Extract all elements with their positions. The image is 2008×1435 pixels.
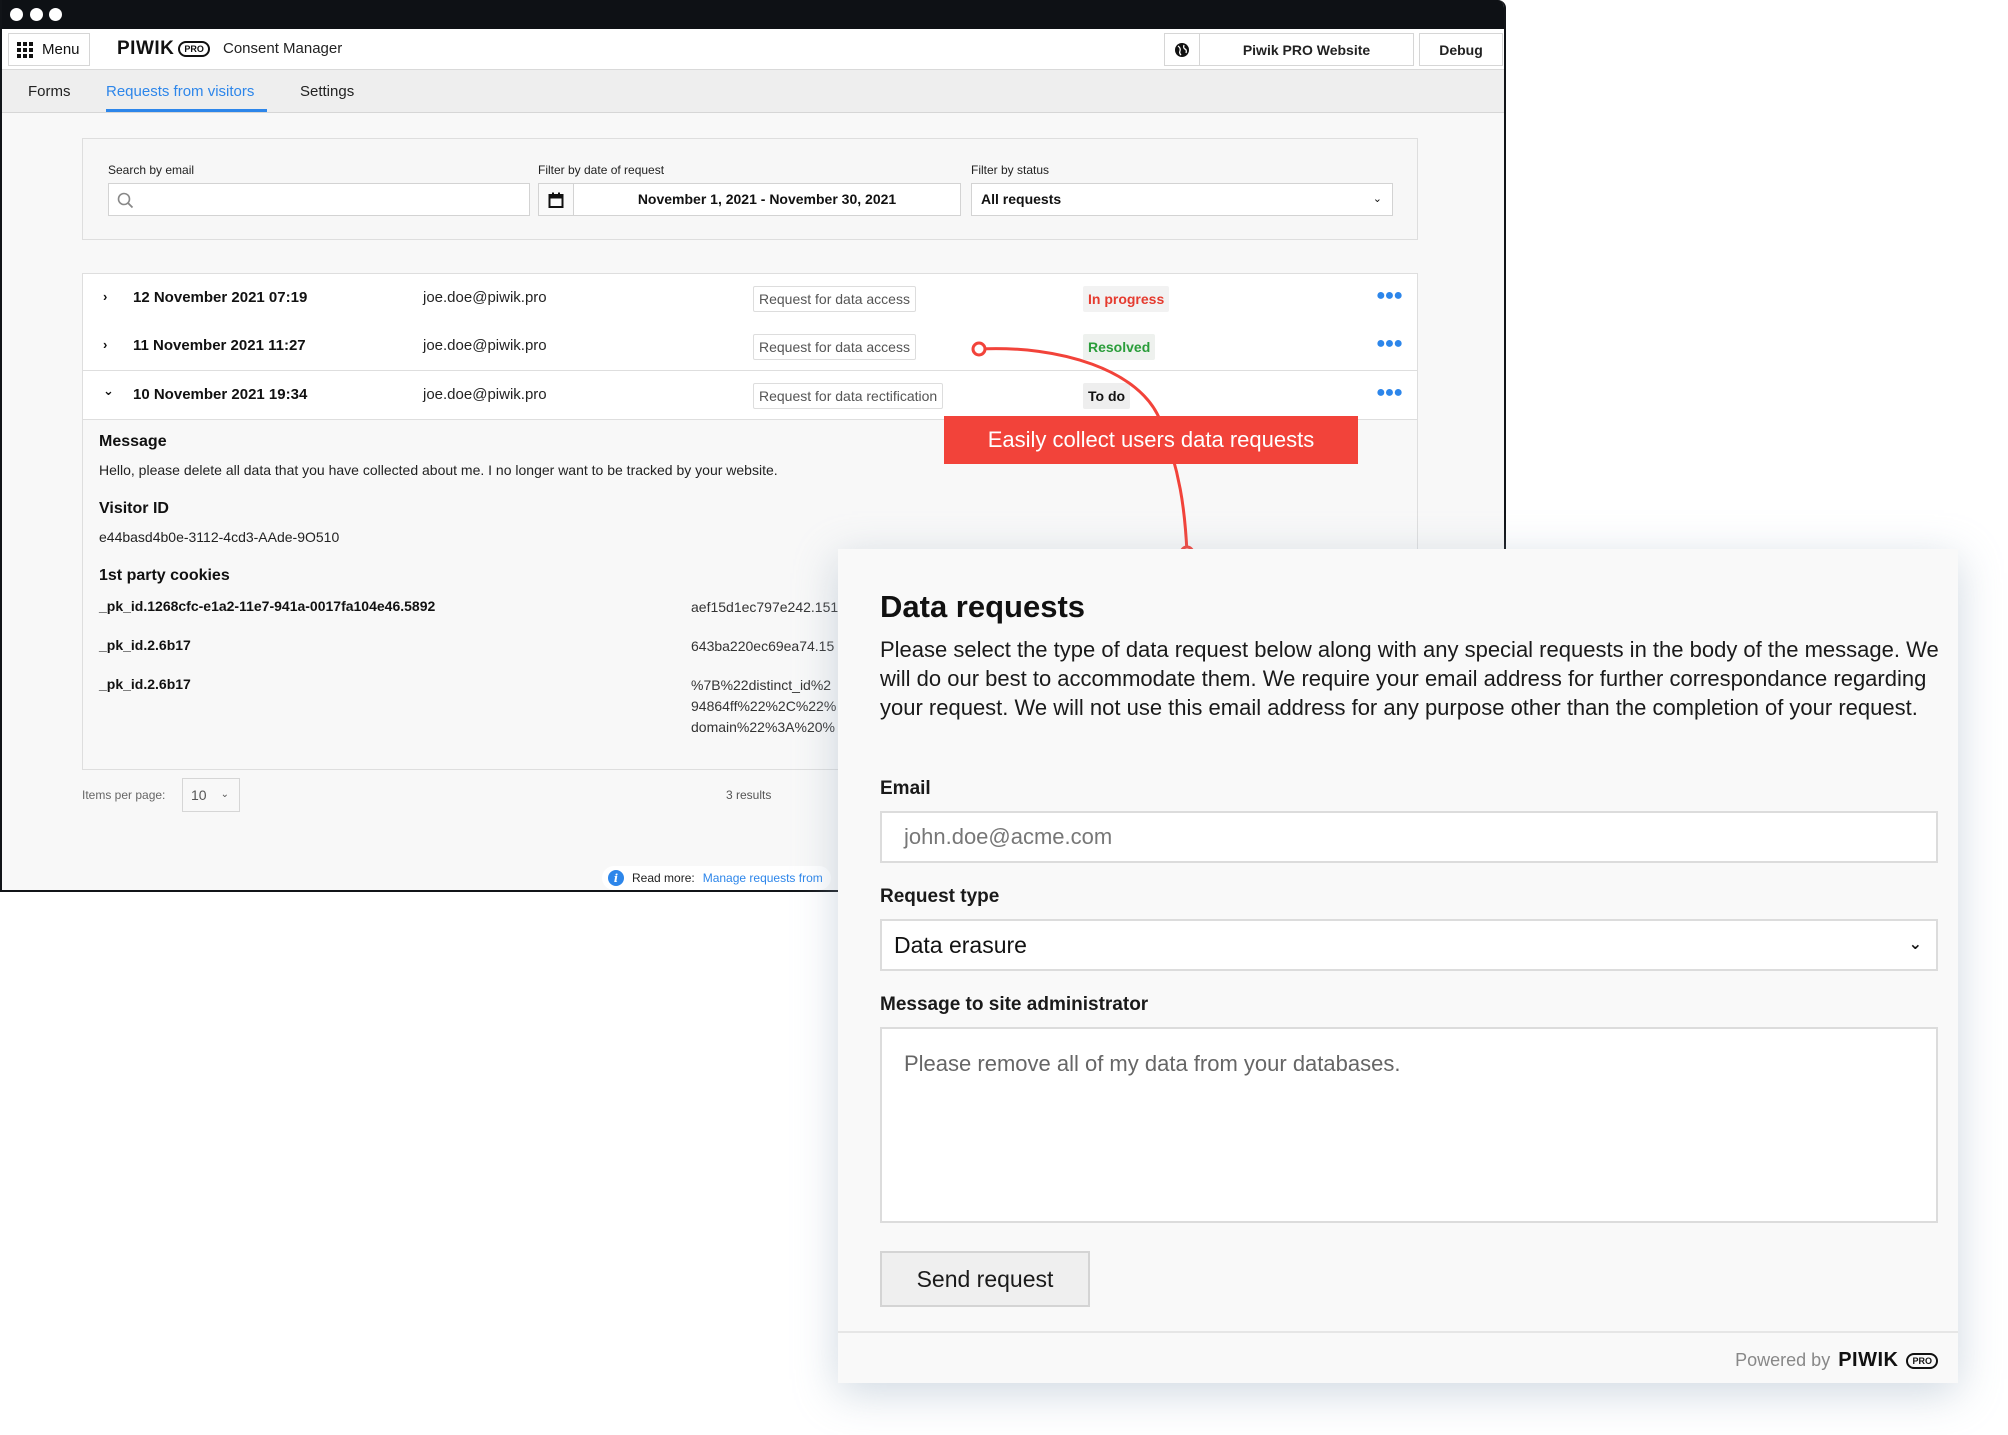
request-email: joe.doe@piwik.pro xyxy=(423,386,547,403)
debug-button[interactable]: Debug xyxy=(1419,33,1503,66)
read-more-banner: i Read more: Manage requests from xyxy=(602,866,831,890)
send-request-button[interactable]: Send request xyxy=(880,1251,1090,1307)
more-actions-icon[interactable]: ●●● xyxy=(1376,287,1403,305)
email-field[interactable]: john.doe@acme.com xyxy=(880,811,1938,863)
chevron-down-icon[interactable]: ⌄ xyxy=(103,383,114,399)
site-name: Piwik PRO Website xyxy=(1242,41,1371,58)
app-name: Consent Manager xyxy=(223,40,343,57)
window-maximize-dot[interactable] xyxy=(49,8,62,21)
app-header: Menu PIWIK PRO Consent Manager Piwik PRO… xyxy=(2,29,1504,70)
email-label: Email xyxy=(880,778,931,799)
chevron-right-icon[interactable]: › xyxy=(103,289,107,304)
date-filter-label: Filter by date of request xyxy=(538,163,665,177)
site-selector-button[interactable]: Piwik PRO Website xyxy=(1164,33,1414,66)
visitor-id-heading: Visitor ID xyxy=(99,500,169,517)
grid-icon xyxy=(17,41,33,58)
visitor-id-value: e44basd4b0e-3112-4cd3-AAde-9O510 xyxy=(99,529,340,545)
status-filter-select[interactable]: All requests ⌄ xyxy=(971,183,1393,216)
search-label: Search by email xyxy=(108,163,195,177)
message-text: Hello, please delete all data that you h… xyxy=(99,462,778,478)
date-range-value: November 1, 2021 - November 30, 2021 xyxy=(637,191,897,207)
table-row[interactable]: › 12 November 2021 07:19 joe.doe@piwik.p… xyxy=(83,274,1417,323)
tab-settings[interactable]: Settings xyxy=(300,83,354,100)
status-badge: Resolved xyxy=(1083,334,1156,360)
request-type-select[interactable]: Data erasure ⌄ xyxy=(880,919,1938,971)
globe-icon xyxy=(1165,34,1200,65)
chevron-down-icon: ⌄ xyxy=(1908,936,1922,953)
more-actions-icon[interactable]: ●●● xyxy=(1376,335,1403,353)
items-per-page-select[interactable]: 10 ⌄ xyxy=(182,778,240,812)
info-icon: i xyxy=(608,870,624,886)
chevron-down-icon: ⌄ xyxy=(220,789,229,800)
items-per-page-value: 10 xyxy=(191,787,207,803)
tab-bar: Forms Requests from visitors Settings xyxy=(2,70,1504,113)
logo-badge: PRO xyxy=(178,41,210,57)
menu-button[interactable]: Menu xyxy=(8,33,90,66)
status-filter-label: Filter by status xyxy=(971,163,1050,177)
chevron-right-icon[interactable]: › xyxy=(103,337,107,352)
message-label: Message to site administrator xyxy=(880,994,1149,1015)
search-email-input[interactable] xyxy=(108,183,530,216)
menu-label: Menu xyxy=(42,41,80,58)
cookie-value: 94864ff%22%2C%22% xyxy=(691,698,837,714)
window-titlebar xyxy=(2,0,1504,29)
request-date: 11 November 2021 11:27 xyxy=(133,337,306,354)
request-type-badge: Request for data access xyxy=(753,286,916,312)
powered-by: Powered by PIWIK PRO xyxy=(1735,1349,1938,1372)
date-range-picker[interactable]: November 1, 2021 - November 30, 2021 xyxy=(538,183,961,216)
request-email: joe.doe@piwik.pro xyxy=(423,289,547,306)
cookies-heading: 1st party cookies xyxy=(99,567,230,584)
cookie-name: _pk_id.2.6b17 xyxy=(99,637,191,653)
form-description: Please select the type of data request b… xyxy=(880,637,1939,720)
cookie-value: domain%22%3A%20% xyxy=(691,719,835,735)
request-type-label: Request type xyxy=(880,886,1000,907)
search-icon xyxy=(117,192,134,209)
cookie-value: aef15d1ec797e242.151 xyxy=(691,599,839,615)
cookie-name: _pk_id.2.6b17 xyxy=(99,676,191,692)
request-email: joe.doe@piwik.pro xyxy=(423,337,547,354)
logo-wordmark: PIWIK xyxy=(1838,1349,1899,1371)
request-type-value: Data erasure xyxy=(894,932,1027,958)
powered-by-label: Powered by xyxy=(1735,1350,1831,1370)
message-textarea[interactable]: Please remove all of my data from your d… xyxy=(880,1027,1938,1223)
request-type-badge: Request for data access xyxy=(753,334,916,360)
status-badge: In progress xyxy=(1083,286,1170,312)
form-title: Data requests xyxy=(880,589,1086,624)
read-more-prefix: Read more: xyxy=(632,871,695,885)
cookie-value: 643ba220ec69ea74.15 xyxy=(691,638,835,654)
data-request-form: Data requests Please select the type of … xyxy=(838,549,1958,1383)
tab-requests-from-visitors[interactable]: Requests from visitors xyxy=(106,83,254,100)
results-count: 3 results xyxy=(726,788,772,802)
status-filter-value: All requests xyxy=(981,191,1062,207)
message-heading: Message xyxy=(99,433,167,450)
calendar-icon xyxy=(539,184,574,215)
form-footer: Powered by PIWIK PRO xyxy=(838,1331,1958,1383)
window-close-dot[interactable] xyxy=(10,8,23,21)
tab-forms[interactable]: Forms xyxy=(28,83,71,100)
more-actions-icon[interactable]: ●●● xyxy=(1376,384,1403,402)
filter-panel: Search by email Filter by date of reques… xyxy=(82,138,1418,240)
chevron-down-icon: ⌄ xyxy=(1372,193,1382,205)
cookie-value: %7B%22distinct_id%2 xyxy=(691,677,832,693)
read-more-link[interactable]: Manage requests from xyxy=(703,871,823,885)
active-tab-indicator xyxy=(106,109,267,112)
request-date: 10 November 2021 19:34 xyxy=(133,386,308,403)
request-date: 12 November 2021 07:19 xyxy=(133,289,308,306)
table-row[interactable]: ⌄ 10 November 2021 19:34 joe.doe@piwik.p… xyxy=(83,371,1417,420)
cookie-name: _pk_id.1268cfc-e1a2-11e7-941a-0017fa104e… xyxy=(99,598,436,614)
items-per-page-label: Items per page: xyxy=(82,788,166,802)
piwik-pro-logo: PIWIK PRO xyxy=(117,38,210,60)
status-badge: To do xyxy=(1083,383,1131,409)
callout-banner: Easily collect users data requests xyxy=(944,416,1358,464)
request-type-badge: Request for data rectification xyxy=(753,383,944,409)
window-minimize-dot[interactable] xyxy=(30,8,43,21)
logo-badge: PRO xyxy=(1906,1352,1938,1369)
logo-wordmark: PIWIK xyxy=(117,38,175,59)
table-row[interactable]: › 11 November 2021 11:27 joe.doe@piwik.p… xyxy=(83,322,1417,371)
